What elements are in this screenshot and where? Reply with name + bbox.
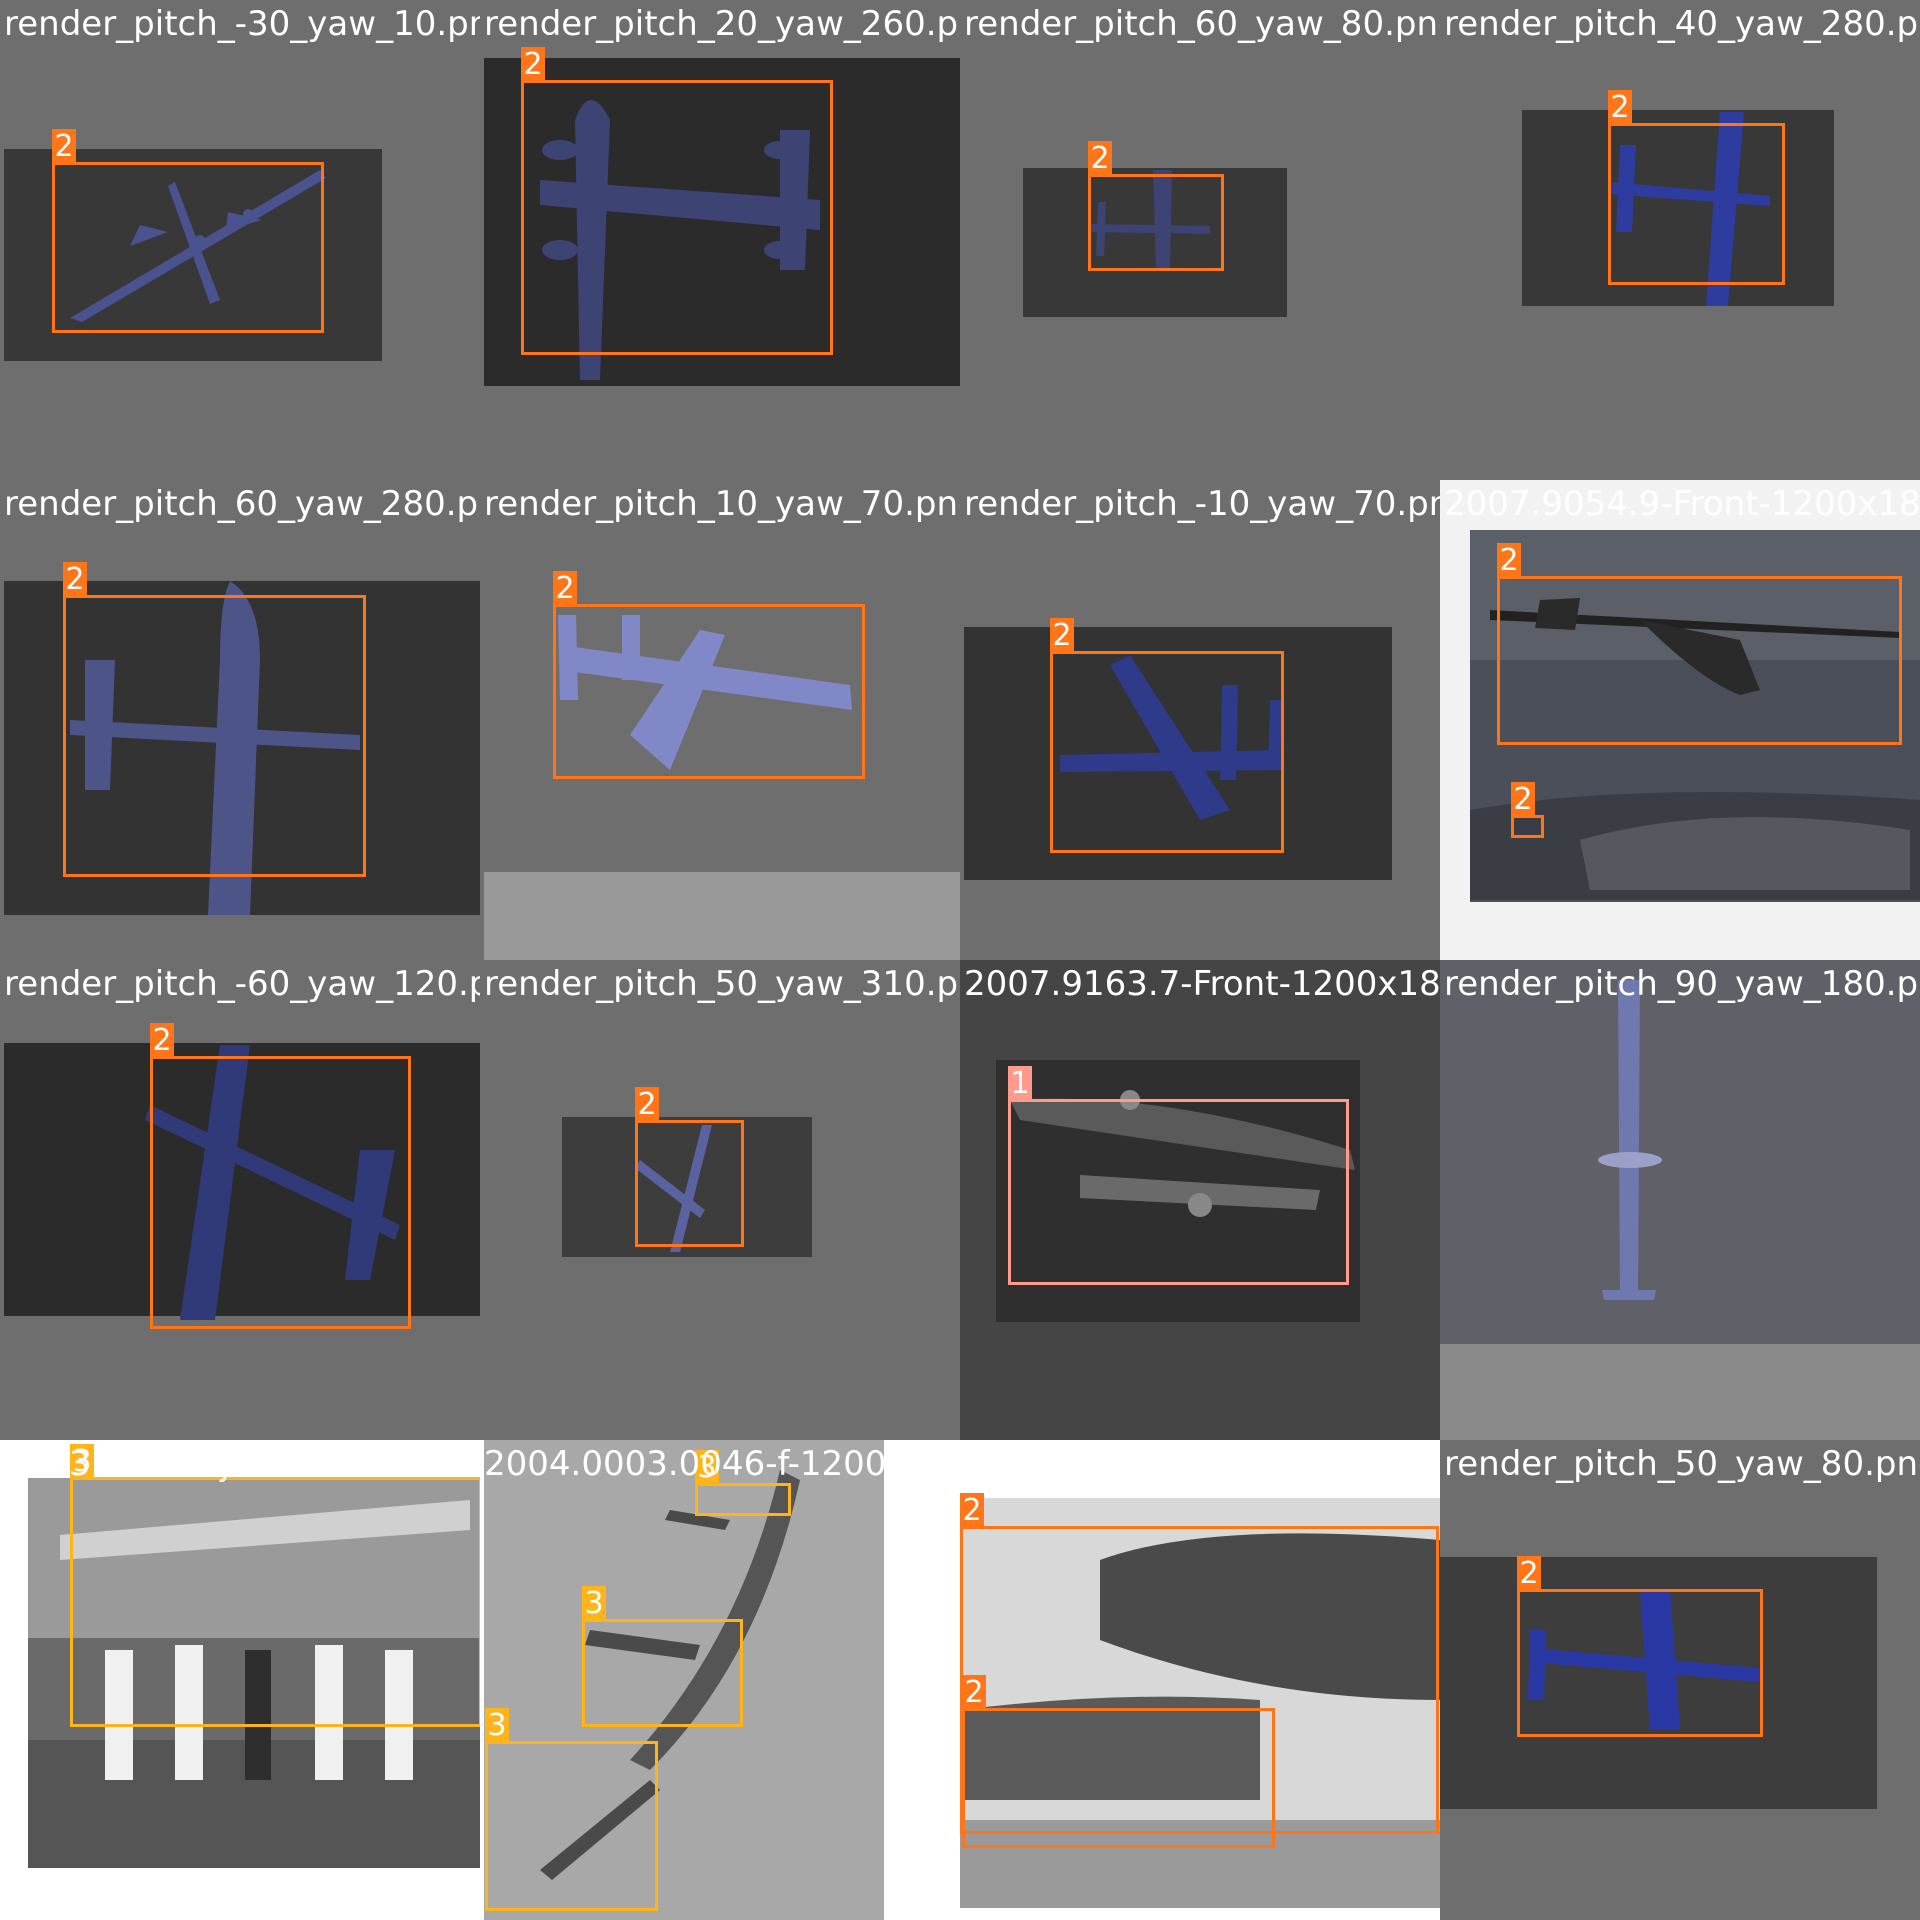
tile-2007-9054-9-front: 2007.9054.9-Front-1200x1800@300dpi.png 2… [1440,480,1920,960]
class-label: 2 [52,129,76,165]
detection-box: 2 [1088,141,1224,271]
tile-render-pitch-20-yaw-260: render_pitch_20_yaw_260.png 2 [480,0,960,480]
tile-render-pitch-40-yaw-280: render_pitch_40_yaw_280.png 2 [1440,0,1920,480]
detection-box: 2 [1511,782,1544,838]
detection-box: 2 [1517,1556,1763,1737]
class-label: 2 [1088,141,1112,177]
tile-render-pitch-50-yaw-310: render_pitch_50_yaw_310.png 2 [480,960,960,1440]
tile-render-pitch-60-yaw-280: render_pitch_60_yaw_280.png 2 [0,480,480,960]
detection-box: 2 [553,571,865,779]
tile-render-pitch-m10-yaw-70: render_pitch_-10_yaw_70.png 2 [960,480,1440,960]
class-label: 2 [521,47,545,83]
class-label: 2 [1517,1556,1541,1592]
detection-box: 2 [521,47,833,355]
detection-box: 2 [1497,543,1902,745]
detection-box: 2 [63,562,366,877]
class-label: 2 [1511,782,1535,818]
detection-box: 2 [962,1675,1275,1848]
class-label: 1 [1008,1066,1032,1102]
class-label: 3 [485,1708,509,1744]
tile-render-pitch-10-yaw-70: render_pitch_10_yaw_70.png 2 [480,480,960,960]
tile-2004-0003-0046-f: 2004.0003.0046-f-1200x1800@300dpi.png 3 … [480,1440,960,1920]
class-label: 2 [63,562,87,598]
detection-box: 2 [1050,618,1284,853]
tile-2007-9163-7-front: 2007.9163.7-Front-1200x1800@300dpi.png 1 [960,960,1440,1440]
class-label: 2 [150,1023,174,1059]
tile-1983-26-109j-front: 1983.26.109j-Front-1200x1800@300dpi.png … [0,1440,480,1920]
detection-grid: render_pitch_-30_yaw_10.png 2 render_pit… [0,0,1920,1920]
class-label: 2 [635,1087,659,1123]
detection-box: 2 [635,1087,744,1247]
class-label: 2 [1050,618,1074,654]
class-label: 3 [695,1450,719,1486]
tile-render-pitch-60-yaw-80: render_pitch_60_yaw_80.png 2 [960,0,1440,480]
class-label: 2 [1497,543,1521,579]
tile-render-pitch-90-yaw-180: render_pitch_90_yaw_180.png [1440,960,1920,1440]
tile-render-pitch-50-yaw-80: render_pitch_50_yaw_80.png 2 [1440,1440,1920,1920]
detection-box: 3 [695,1450,791,1516]
tile-render-pitch-m30-yaw-10: render_pitch_-30_yaw_10.png 2 [0,0,480,480]
detection-box: 1 [1008,1066,1349,1285]
tile-2004-0014-0015-f: 2004.0014.0015-f-1200x1800@300dpi.png 2 … [960,1440,1440,1920]
class-label: 3 [582,1586,606,1622]
aircraft-render-image [1440,960,1920,1440]
detection-box: 2 [1608,90,1785,285]
class-label: 2 [960,1493,984,1529]
class-label: 2 [553,571,577,607]
detection-box: 2 [150,1023,411,1329]
class-label: 2 [1608,90,1632,126]
detection-box: 2 [52,129,324,333]
detection-box: 3 [582,1586,743,1727]
tile-render-pitch-m60-yaw-120: render_pitch_-60_yaw_120.png 2 [0,960,480,1440]
class-label: 2 [962,1675,986,1711]
class-label: 3 [70,1444,94,1480]
detection-box: 3 [485,1708,658,1911]
detection-box: 3 [70,1444,480,1727]
